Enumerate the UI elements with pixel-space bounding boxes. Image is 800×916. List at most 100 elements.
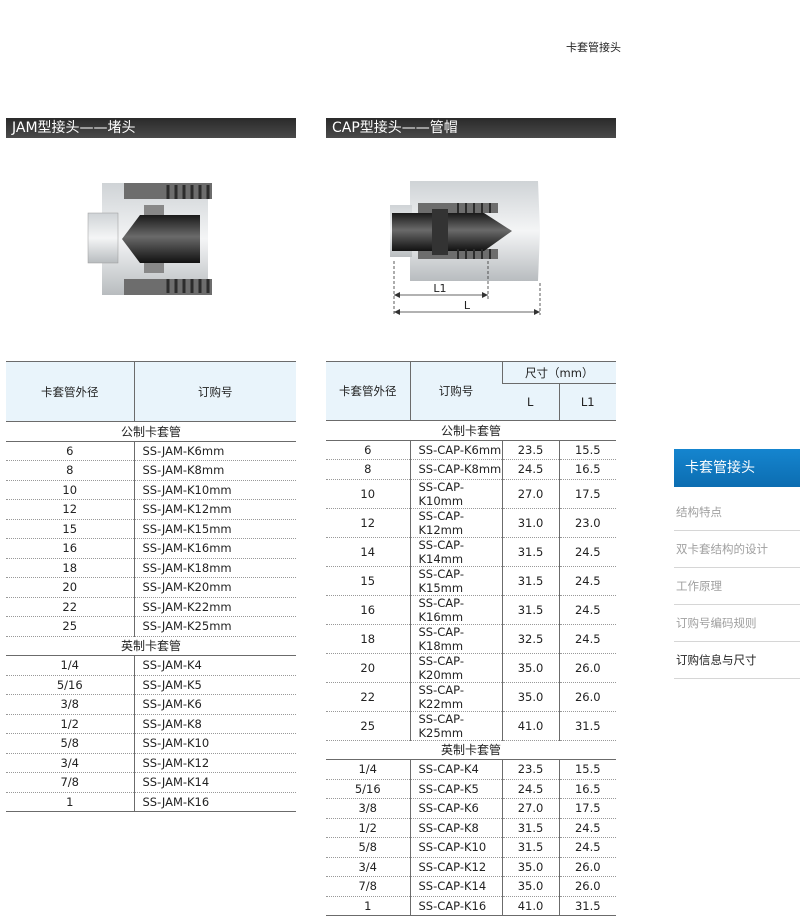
cap-header-od: 卡套管外径 [326, 361, 410, 421]
table-row: 22 SS-JAM-K22mm [6, 597, 296, 617]
tube-od-cell: 5/8 [6, 733, 134, 754]
tube-od-cell: 15 [326, 566, 410, 596]
order-number-cell: SS-JAM-K6 [133, 694, 296, 715]
sidebar-active-item[interactable]: 卡套管接头 [674, 449, 800, 487]
length-l1-cell: 23.0 [558, 508, 616, 538]
table-row: 6 SS-CAP-K6mm 23.5 15.5 [326, 440, 616, 460]
tube-od-cell: 12 [6, 499, 134, 520]
page-title: 卡套管接头 [566, 41, 621, 54]
order-number-cell: SS-CAP-K8mm [409, 459, 502, 480]
order-number-cell: SS-CAP-K15mm [409, 566, 502, 596]
table-row: 12 SS-JAM-K12mm [6, 499, 296, 520]
group-header-row: 公制卡套管 [326, 420, 616, 441]
jam-header-od: 卡套管外径 [6, 361, 134, 422]
length-l-cell: 32.5 [501, 624, 559, 654]
tube-od-cell: 10 [6, 480, 134, 500]
tube-od-cell: 3/8 [6, 694, 134, 715]
tube-od-cell: 1/2 [6, 714, 134, 734]
tube-od-cell: 20 [326, 653, 410, 683]
length-l1-cell: 24.5 [558, 818, 616, 838]
tube-od-cell: 6 [326, 440, 410, 460]
order-number-cell: SS-JAM-K16mm [133, 538, 296, 559]
tube-od-cell: 16 [6, 538, 134, 559]
order-number-cell: SS-CAP-K4 [409, 759, 502, 780]
sidebar-item-principle[interactable]: 工作原理 [674, 568, 800, 605]
table-row: 5/16 SS-JAM-K5 [6, 675, 296, 695]
order-number-cell: SS-JAM-K25mm [133, 616, 296, 637]
table-row: 12 SS-CAP-K12mm 31.0 23.0 [326, 508, 616, 538]
tube-od-cell: 8 [326, 459, 410, 480]
order-number-cell: SS-CAP-K18mm [409, 624, 502, 654]
length-l-cell: 27.0 [501, 798, 559, 819]
order-number-cell: SS-JAM-K14 [133, 772, 296, 793]
order-number-cell: SS-CAP-K12mm [409, 508, 502, 538]
order-number-cell: SS-JAM-K16 [133, 792, 296, 812]
table-row: 16 SS-CAP-K16mm 31.5 24.5 [326, 595, 616, 625]
table-row: 3/8 SS-CAP-K6 27.0 17.5 [326, 798, 616, 819]
dim-l1-label: L1 [433, 282, 446, 295]
table-row: 1/2 SS-CAP-K8 31.5 24.5 [326, 818, 616, 838]
length-l1-cell: 26.0 [558, 653, 616, 683]
order-number-cell: SS-CAP-K20mm [409, 653, 502, 683]
sidebar-item-structure[interactable]: 结构特点 [674, 494, 800, 531]
length-l-cell: 35.0 [501, 653, 559, 683]
order-number-cell: SS-CAP-K16mm [409, 595, 502, 625]
length-l-cell: 24.5 [501, 779, 559, 799]
table-row: 14 SS-CAP-K14mm 31.5 24.5 [326, 537, 616, 567]
order-number-cell: SS-CAP-K6mm [409, 440, 502, 460]
table-row: 10 SS-JAM-K10mm [6, 480, 296, 500]
table-row: 1/4 SS-JAM-K4 [6, 655, 296, 676]
cap-header-size: 尺寸（mm） [501, 361, 616, 384]
order-number-cell: SS-JAM-K15mm [133, 519, 296, 539]
tube-od-cell: 3/8 [326, 798, 410, 819]
length-l-cell: 24.5 [501, 459, 559, 480]
table-row: 15 SS-JAM-K15mm [6, 519, 296, 539]
tube-od-cell: 1/4 [326, 759, 410, 780]
length-l-cell: 27.0 [501, 479, 559, 509]
jam-header-pn: 订购号 [133, 361, 296, 422]
cap-illustration: L1 L [390, 181, 541, 315]
length-l1-cell: 17.5 [558, 479, 616, 509]
tube-od-cell: 10 [326, 479, 410, 509]
order-number-cell: SS-JAM-K4 [133, 655, 296, 676]
tube-od-cell: 1 [6, 792, 134, 812]
table-row: 15 SS-CAP-K15mm 31.5 24.5 [326, 566, 616, 596]
table-row: 10 SS-CAP-K10mm 27.0 17.5 [326, 479, 616, 509]
table-row: 1/4 SS-CAP-K4 23.5 15.5 [326, 759, 616, 780]
order-number-cell: SS-CAP-K8 [409, 818, 502, 838]
order-number-cell: SS-JAM-K22mm [133, 597, 296, 617]
table-row: 22 SS-CAP-K22mm 35.0 26.0 [326, 682, 616, 712]
tube-od-cell: 5/8 [326, 837, 410, 858]
tube-od-cell: 3/4 [326, 857, 410, 877]
tube-od-cell: 15 [6, 519, 134, 539]
length-l-cell: 41.0 [501, 711, 559, 741]
tube-od-cell: 7/8 [6, 772, 134, 793]
tube-od-cell: 12 [326, 508, 410, 538]
cap-header-l1: L1 [558, 383, 616, 421]
table-row: 18 SS-JAM-K18mm [6, 558, 296, 578]
table-row: 5/8 SS-CAP-K10 31.5 24.5 [326, 837, 616, 858]
table-row: 3/4 SS-CAP-K12 35.0 26.0 [326, 857, 616, 877]
table-row: 7/8 SS-JAM-K14 [6, 772, 296, 793]
length-l1-cell: 24.5 [558, 837, 616, 858]
cap-header-l: L [502, 383, 559, 421]
length-l-cell: 31.5 [501, 566, 559, 596]
sidebar-item-double-ferrule[interactable]: 双卡套结构的设计 [674, 531, 800, 568]
table-row: 25 SS-JAM-K25mm [6, 616, 296, 637]
jam-plug-illustration [87, 183, 212, 295]
order-number-cell: SS-JAM-K6mm [133, 441, 296, 461]
imperial-group-label: 英制卡套管 [326, 740, 616, 760]
cap-table: 卡套管外径 订购号 尺寸（mm） L L1 公制卡套管 6 SS-CAP-K6mm 2… [326, 361, 616, 916]
table-row: 16 SS-JAM-K16mm [6, 538, 296, 559]
length-l1-cell: 31.5 [558, 711, 616, 741]
length-l1-cell: 17.5 [558, 798, 616, 819]
tube-od-cell: 20 [6, 577, 134, 598]
order-number-cell: SS-JAM-K20mm [133, 577, 296, 598]
order-number-cell: SS-JAM-K12 [133, 753, 296, 773]
length-l1-cell: 24.5 [558, 595, 616, 625]
sidebar-item-coding-rules[interactable]: 订购号编码规则 [674, 605, 800, 642]
sidebar-item-ordering-info[interactable]: 订购信息与尺寸 [674, 642, 800, 679]
length-l-cell: 31.5 [501, 818, 559, 838]
table-row: 8 SS-CAP-K8mm 24.5 16.5 [326, 459, 616, 480]
group-header-row: 公制卡套管 [6, 421, 296, 442]
